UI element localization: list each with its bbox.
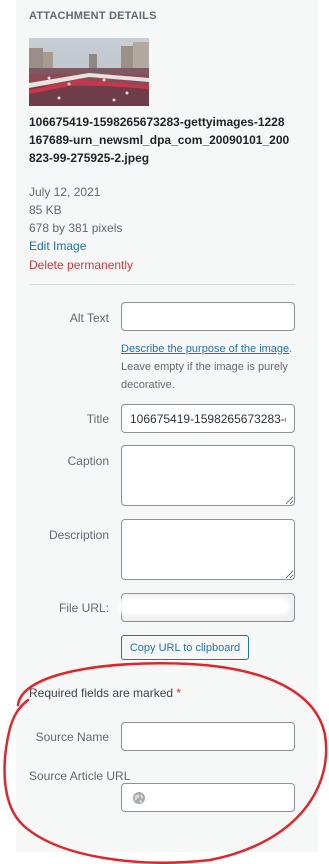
crowd-photo-image bbox=[29, 38, 149, 106]
attachment-details-heading: ATTACHMENT DETAILS bbox=[29, 10, 157, 22]
alt-text-label: Alt Text bbox=[69, 311, 109, 325]
attachment-thumbnail[interactable] bbox=[29, 38, 149, 106]
edit-image-link[interactable]: Edit Image bbox=[29, 239, 86, 253]
description-label: Description bbox=[48, 528, 109, 542]
required-asterisk: * bbox=[176, 686, 182, 700]
required-fields-note: Required fields are marked * bbox=[29, 686, 181, 700]
source-name-label: Source Name bbox=[35, 730, 109, 744]
description-textarea[interactable] bbox=[121, 519, 295, 580]
details-divider bbox=[29, 284, 295, 285]
delete-permanently-link[interactable]: Delete permanently bbox=[29, 258, 133, 272]
alt-text-help: Describe the purpose of the image. Leave… bbox=[121, 340, 301, 394]
attachment-filename: 106675419-1598265673283-gettyimages-1228… bbox=[29, 115, 290, 165]
file-size: 85 KB bbox=[29, 203, 62, 217]
alt-text-input[interactable] bbox=[121, 302, 295, 331]
title-input[interactable] bbox=[121, 404, 295, 433]
copy-url-button[interactable]: Copy URL to clipboard bbox=[121, 635, 249, 660]
source-article-url-input[interactable] bbox=[121, 783, 295, 812]
redacted-url-overlay bbox=[118, 597, 290, 615]
source-name-input[interactable] bbox=[121, 722, 295, 751]
upload-date: July 12, 2021 bbox=[29, 185, 101, 199]
required-fields-text: Required fields are marked bbox=[29, 686, 174, 700]
caption-label: Caption bbox=[67, 454, 109, 468]
title-label: Title bbox=[86, 412, 109, 426]
file-url-label: File URL: bbox=[58, 601, 109, 615]
source-article-url-label: Source Article URL bbox=[29, 769, 131, 783]
image-dimensions: 678 by 381 pixels bbox=[29, 221, 123, 235]
globe-icon bbox=[132, 791, 146, 805]
describe-purpose-link[interactable]: Describe the purpose of the image bbox=[121, 343, 289, 355]
caption-textarea[interactable] bbox=[121, 445, 295, 506]
